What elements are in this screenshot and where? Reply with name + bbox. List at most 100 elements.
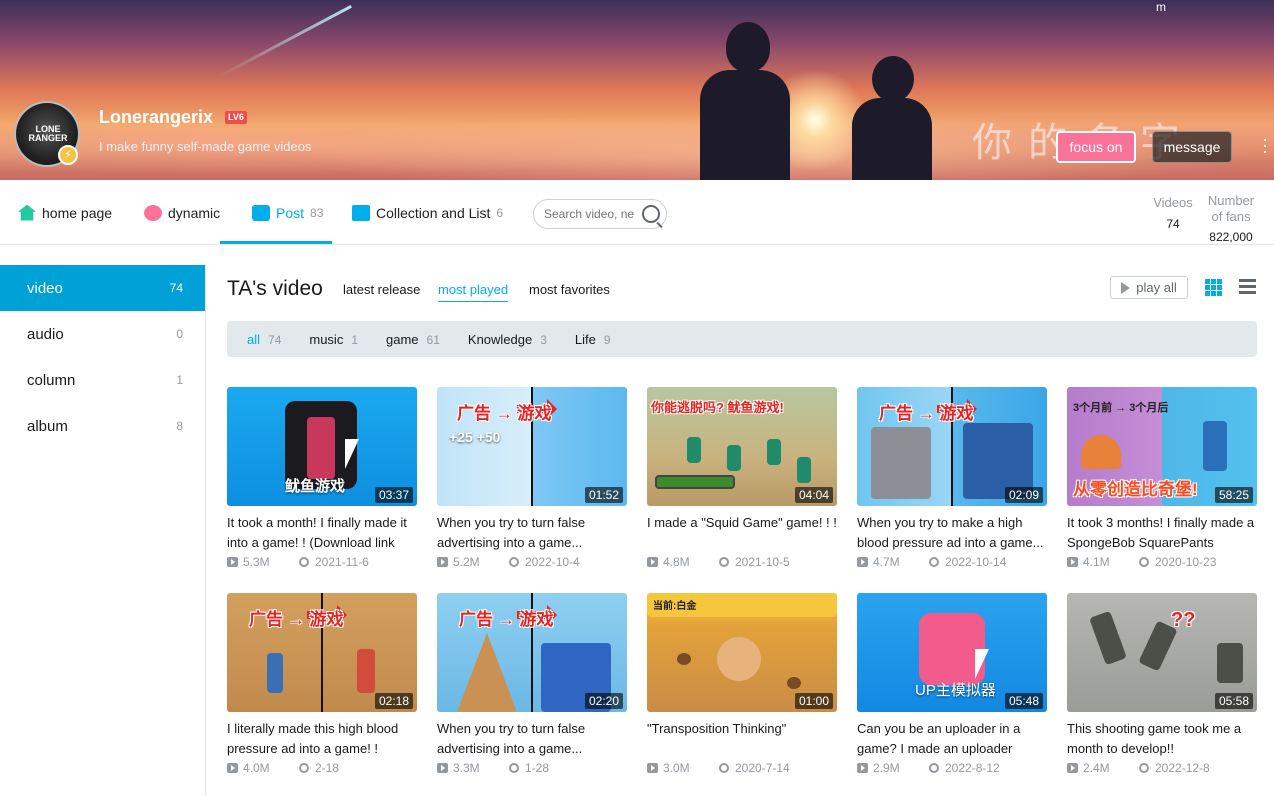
filter-life[interactable]: Life 9: [575, 332, 611, 347]
clock-icon: [929, 557, 939, 567]
video-date: 2022-8-12: [945, 761, 1000, 775]
player-figure: [797, 457, 811, 483]
video-duration: 58:25: [1214, 487, 1253, 503]
sort-most-played[interactable]: most played: [438, 282, 509, 302]
video-title[interactable]: It took 3 months! I finally made a Spong…: [1067, 513, 1257, 553]
more-options-icon[interactable]: · · ·: [1258, 130, 1272, 160]
video-thumbnail[interactable]: 广告 → 游戏 02:18: [227, 593, 417, 712]
search-icon[interactable]: [642, 205, 660, 223]
sort-most-favorites[interactable]: most favorites: [529, 282, 610, 297]
video-views: 3.3M: [453, 761, 480, 775]
clock-icon: [719, 763, 729, 773]
video-thumbnail[interactable]: 你能逃脱吗? 鱿鱼游戏! 04:04: [647, 387, 837, 506]
sidebar-item-video[interactable]: video 74: [0, 265, 205, 311]
video-thumbnail[interactable]: 当前:白金 01:00: [647, 593, 837, 712]
video-views: 4.0M: [243, 761, 270, 775]
clock-icon: [509, 763, 519, 773]
video-views: 5.3M: [243, 555, 270, 569]
thumb-hud-text: 当前:白金: [653, 601, 697, 612]
video-title[interactable]: This shooting game took me a month to de…: [1067, 719, 1257, 759]
video-card[interactable]: 你能逃脱吗? 鱿鱼游戏! 04:04 I made a "Squid Game"…: [647, 387, 837, 569]
clock-icon: [719, 557, 729, 567]
video-title[interactable]: When you try to turn false advertising i…: [437, 719, 627, 759]
thumb-caption: 广告 → 游戏: [249, 610, 344, 629]
video-card[interactable]: 广告 → 游戏 02:09 When you try to make a hig…: [857, 387, 1047, 569]
video-date: 2020-7-14: [735, 761, 790, 775]
video-card[interactable]: 3个月前 → 3个月后 从零创造比奇堡! 58:25 It took 3 mon…: [1067, 387, 1257, 569]
video-title[interactable]: When you try to turn false advertising i…: [437, 513, 627, 553]
video-card[interactable]: 广告 → 游戏 02:18 I literally made this high…: [227, 593, 417, 775]
filter-music[interactable]: music 1: [309, 332, 358, 347]
video-title[interactable]: I made a "Squid Game" game! ! !: [647, 513, 837, 553]
message-button[interactable]: message: [1152, 131, 1232, 163]
sidebar-item-label: column: [27, 371, 76, 389]
video-thumbnail[interactable]: 广告 → 游戏 +25 +50 01:52: [437, 387, 627, 506]
list-view-icon[interactable]: [1239, 279, 1256, 296]
play-count-icon: [857, 557, 868, 567]
sort-latest[interactable]: latest release: [343, 282, 420, 297]
sidebar-item-album[interactable]: album 8: [0, 403, 205, 449]
follow-button[interactable]: focus on: [1056, 131, 1136, 163]
search-box[interactable]: [533, 199, 667, 229]
video-meta: 4.7M 2022-10-14: [857, 555, 1047, 569]
stat-fans-label: Number of fans: [1207, 193, 1255, 224]
video-thumbnail[interactable]: UP主模拟器 05:48: [857, 593, 1047, 712]
thumb-caption: 从零创造比奇堡!: [1073, 480, 1198, 499]
miner-figure: [717, 637, 761, 681]
avatar-logo-text: LONE RANGER: [28, 124, 68, 143]
video-thumbnail[interactable]: 广告 → 游戏 02:20: [437, 593, 627, 712]
sidebar-item-column[interactable]: column 1: [0, 357, 205, 403]
video-card[interactable]: UP主模拟器 05:48 Can you be an uploader in a…: [857, 593, 1047, 775]
video-thumbnail[interactable]: ?? 05:58: [1067, 593, 1257, 712]
lightning-badge-icon: ⚡: [58, 145, 78, 165]
category-filter-bar: all 74 music 1 game 61 Knowledge 3 Life 9: [227, 321, 1257, 357]
grid-view-icon[interactable]: [1205, 279, 1222, 296]
play-all-label: play all: [1136, 280, 1177, 295]
video-card[interactable]: ?? 05:58 This shooting game took me a mo…: [1067, 593, 1257, 775]
soldier-figure: [1089, 610, 1127, 666]
stat-videos[interactable]: Videos 74: [1150, 193, 1196, 232]
video-date: 2022-10-4: [525, 555, 580, 569]
video-date: 2020-10-23: [1155, 555, 1217, 569]
video-thumbnail[interactable]: 3个月前 → 3个月后 从零创造比奇堡! 58:25: [1067, 387, 1257, 506]
nav-post[interactable]: Post 83: [252, 180, 323, 245]
stat-fans[interactable]: Number of fans 822,000: [1202, 193, 1260, 245]
video-card[interactable]: 广告 → 游戏 +25 +50 01:52 When you try to tu…: [437, 387, 627, 569]
post-icon: [252, 204, 270, 221]
video-card[interactable]: 鱿鱼游戏 03:37 It took a month! I finally ma…: [227, 387, 417, 569]
nav-home[interactable]: home page: [18, 180, 112, 245]
video-title[interactable]: When you try to make a high blood pressu…: [857, 513, 1047, 553]
filter-knowledge[interactable]: Knowledge 3: [468, 332, 547, 347]
play-all-button[interactable]: play all: [1110, 276, 1188, 299]
clock-icon: [299, 557, 309, 567]
play-icon: [1121, 281, 1131, 294]
filter-all[interactable]: all 74: [247, 332, 281, 347]
video-card[interactable]: 当前:白金 01:00 "Transposition Thinking" 3.0…: [647, 593, 837, 775]
nav-collection-label: Collection and List: [376, 204, 491, 221]
video-date: 2021-11-6: [315, 555, 369, 569]
sidebar-item-label: video: [27, 279, 63, 297]
video-duration: 05:48: [1004, 693, 1043, 709]
sidebar-item-audio[interactable]: audio 0: [0, 311, 205, 357]
video-meta: 4.1M 2020-10-23: [1067, 555, 1257, 569]
nav-collection[interactable]: Collection and List 6: [352, 180, 503, 245]
video-title[interactable]: Can you be an uploader in a game? I made…: [857, 719, 1047, 759]
video-meta: 3.0M 2020-7-14: [647, 761, 837, 775]
nav-post-label: Post: [276, 204, 305, 221]
video-meta: 2.4M 2022-12-8: [1067, 761, 1257, 775]
filter-game[interactable]: game 61: [386, 332, 440, 347]
video-thumbnail[interactable]: 鱿鱼游戏 03:37: [227, 387, 417, 506]
nav-dynamic[interactable]: dynamic: [144, 180, 220, 245]
player-figure: [767, 439, 781, 465]
player-figure: [727, 445, 741, 471]
video-title[interactable]: I literally made this high blood pressur…: [227, 719, 417, 759]
video-date: 2022-12-8: [1155, 761, 1210, 775]
search-input[interactable]: [544, 207, 640, 221]
nav-dynamic-label: dynamic: [168, 204, 221, 221]
video-title[interactable]: "Transposition Thinking": [647, 719, 837, 759]
video-thumbnail[interactable]: 广告 → 游戏 02:09: [857, 387, 1047, 506]
play-count-icon: [647, 763, 658, 773]
nav-home-label: home page: [42, 204, 113, 221]
video-title[interactable]: It took a month! I finally made it into …: [227, 513, 417, 553]
video-card[interactable]: 广告 → 游戏 02:20 When you try to turn false…: [437, 593, 627, 775]
